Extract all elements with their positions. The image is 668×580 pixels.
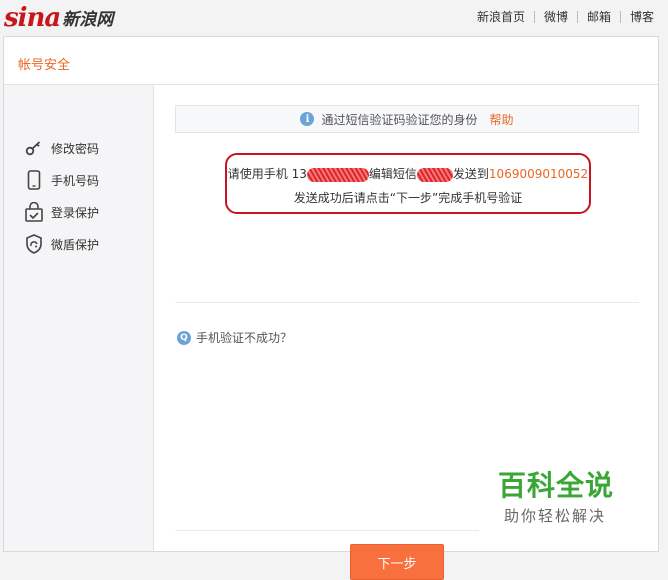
instruction-prefix: 请使用手机 13 <box>227 167 307 181</box>
watermark-title: 百科全说 <box>498 469 615 502</box>
shield-icon <box>24 234 44 254</box>
key-icon <box>24 138 44 158</box>
nav-home[interactable]: 新浪首页 <box>468 9 534 25</box>
instruction-edit-sms: 编辑短信 <box>368 167 417 181</box>
lock-check-icon <box>24 202 44 222</box>
instruction-send-to: 发送到 <box>452 167 489 181</box>
sidebar-item-label: 手机号码 <box>51 173 100 188</box>
redacted-phone-mark <box>306 167 369 182</box>
top-nav: 新浪首页 微博 邮箱 博客 <box>468 9 654 25</box>
nav-weibo[interactable]: 微博 <box>535 9 577 25</box>
sms-instruction-box: 请使用手机 13 编辑短信 发送到1069009010052 发送成功后请点击“下一… <box>225 153 591 214</box>
sms-instruction-line1: 请使用手机 13 编辑短信 发送到1069009010052 <box>227 165 589 182</box>
verification-failed-link[interactable]: Q 手机验证不成功？ <box>177 329 292 346</box>
sidebar: 修改密码 手机号码 登录保护 微盾保护 <box>4 85 154 551</box>
top-bar: sina 新浪网 新浪首页 微博 邮箱 博客 <box>0 0 668 34</box>
logo-brand: sina <box>4 3 61 33</box>
sina-logo[interactable]: sina 新浪网 <box>4 2 113 32</box>
sidebar-item-phone-number[interactable]: 手机号码 <box>24 169 99 191</box>
sms-target-number: 1069009010052 <box>488 167 589 181</box>
sms-instruction-line2: 发送成功后请点击“下一步”完成手机号验证 <box>293 191 523 205</box>
nav-mail[interactable]: 邮箱 <box>578 9 620 25</box>
tip-text: 通过短信验证码验证您的身份 <box>321 112 478 127</box>
logo-cn: 新浪网 <box>62 10 114 30</box>
next-step-button[interactable]: 下一步 <box>350 544 444 580</box>
sidebar-item-weidun-protection[interactable]: 微盾保护 <box>24 233 99 255</box>
info-icon: i <box>300 112 315 126</box>
faq-text: 手机验证不成功？ <box>196 331 293 345</box>
sidebar-item-change-password[interactable]: 修改密码 <box>24 137 99 159</box>
page-title: 帐号安全 <box>18 58 71 73</box>
phone-icon <box>24 170 44 190</box>
sidebar-item-label: 微盾保护 <box>51 237 100 252</box>
sidebar-item-label: 修改密码 <box>51 141 100 156</box>
nav-blog[interactable]: 博客 <box>621 9 654 25</box>
baike-watermark: 百科全说 助你轻松解决 <box>498 470 628 526</box>
question-icon: Q <box>177 330 191 345</box>
divider <box>175 530 479 531</box>
panel-header: 帐号安全 <box>4 37 658 85</box>
redacted-code-mark <box>416 167 453 182</box>
verification-tip-bar: i 通过短信验证码验证您的身份 帮助 <box>175 105 639 133</box>
sidebar-item-label: 登录保护 <box>51 205 100 220</box>
divider <box>175 302 639 303</box>
watermark-subtitle: 助你轻松解决 <box>504 507 607 525</box>
help-link[interactable]: 帮助 <box>490 111 514 128</box>
sidebar-item-login-protection[interactable]: 登录保护 <box>24 201 99 223</box>
